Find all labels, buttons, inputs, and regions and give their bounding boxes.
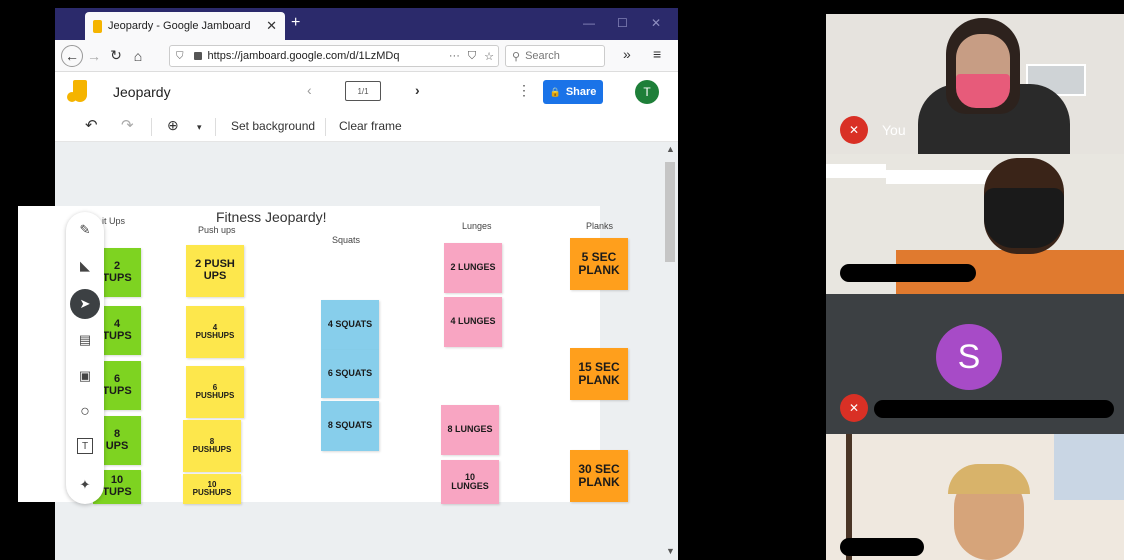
navigation-bar: ← → ↻ ⌂ ⛉ https://jamboard.google.com/d/… <box>55 40 678 72</box>
menu-icon[interactable]: ≡ <box>653 46 661 62</box>
tab-jeopardy[interactable]: Jeopardy - Google Jamboard ✕ <box>85 12 285 40</box>
prev-frame-button[interactable]: ‹ <box>307 82 312 98</box>
jamboard-header: Jeopardy ‹ 1/1 › ⋮ 🔒 Share T <box>55 72 678 112</box>
close-window-button[interactable]: ✕ <box>651 16 661 30</box>
circle-icon[interactable]: ○ <box>75 402 95 422</box>
face-mask <box>956 74 1010 108</box>
laser-icon[interactable]: ✦ <box>75 475 95 495</box>
sticky-note[interactable]: 4 SQUATS <box>321 300 379 350</box>
image-icon[interactable]: ▣ <box>75 366 95 386</box>
search-icon: ⚲ <box>512 50 521 63</box>
new-tab-button[interactable]: + <box>291 14 300 32</box>
participant-name-you: You <box>882 122 906 138</box>
frame-indicator[interactable]: 1/1 <box>345 81 381 101</box>
column-header-pushups[interactable]: Push ups <box>198 225 236 235</box>
tab-title: Jeopardy - Google Jamboard <box>108 20 251 32</box>
forward-button[interactable]: → <box>83 45 105 67</box>
back-button[interactable]: ← <box>61 44 83 67</box>
shield-icon: ⛉ <box>176 50 184 62</box>
video-tile-participant-4[interactable] <box>826 434 1124 560</box>
muted-mic-icon: ✕ <box>840 116 868 144</box>
zoom-icon[interactable]: ⊕ <box>167 117 179 134</box>
sticky-note[interactable]: 8 SQUATS <box>321 401 379 451</box>
search-placeholder: Search <box>525 50 560 62</box>
wall-art <box>1054 434 1124 500</box>
tab-close-icon[interactable]: ✕ <box>266 18 277 34</box>
ceiling-light <box>826 164 886 178</box>
divider <box>215 118 216 136</box>
next-frame-button[interactable]: › <box>415 82 420 98</box>
divider <box>151 118 152 136</box>
tool-palette: ✎ ◣ ➤ ▤ ▣ ○ T ✦ <box>66 212 104 504</box>
sticky-note[interactable]: 8 PUSHUPS <box>183 420 241 472</box>
sticky-note[interactable]: 15 SEC PLANK <box>570 348 628 400</box>
video-tile-you[interactable]: ✕ You <box>826 14 1124 154</box>
zoom-dropdown-icon[interactable]: ▾ <box>197 122 202 133</box>
url-text: https://jamboard.google.com/d/1LzMDq <box>207 50 400 62</box>
hair <box>948 464 1030 494</box>
redaction-bar <box>874 400 1114 418</box>
sticky-note[interactable]: 30 SEC PLANK <box>570 450 628 502</box>
home-button[interactable]: ⌂ <box>127 45 149 67</box>
redaction-bar <box>840 264 976 282</box>
textbox-icon[interactable]: T <box>77 438 93 454</box>
sticky-note[interactable]: 5 SEC PLANK <box>570 238 628 290</box>
maximize-button[interactable]: ☐ <box>617 16 628 30</box>
screen: Jeopardy - Google Jamboard ✕ + — ☐ ✕ ← →… <box>0 0 1124 560</box>
sticky-note-icon[interactable]: ▤ <box>75 330 95 350</box>
clear-frame-button[interactable]: Clear frame <box>339 119 402 133</box>
avatar[interactable]: T <box>635 80 659 104</box>
board-title[interactable]: Fitness Jeopardy! <box>216 209 327 225</box>
tab-bar: Jeopardy - Google Jamboard ✕ + — ☐ ✕ <box>55 8 678 40</box>
sticky-note[interactable]: 4 LUNGES <box>444 297 502 347</box>
scroll-down-icon[interactable]: ▼ <box>666 546 675 556</box>
jam-toolbar: ↶ ↷ ⊕ ▾ Set background Clear frame <box>55 112 678 142</box>
pen-icon[interactable]: ✎ <box>75 220 95 240</box>
sticky-note[interactable]: 4 PUSHUPS <box>186 306 244 358</box>
jam-title[interactable]: Jeopardy <box>113 84 171 100</box>
search-input[interactable]: ⚲ Search <box>505 45 605 67</box>
reload-button[interactable]: ↻ <box>105 45 127 67</box>
sticky-note[interactable]: 2 PUSH UPS <box>186 245 244 297</box>
pocket-icon[interactable]: ⛉ <box>468 50 476 63</box>
share-label: Share <box>565 86 597 98</box>
avatar: S <box>936 324 1002 390</box>
overflow-button[interactable]: » <box>623 46 631 62</box>
divider <box>325 118 326 136</box>
undo-icon[interactable]: ↶ <box>85 116 98 134</box>
sticky-note[interactable]: 10 PUSHUPS <box>183 474 241 504</box>
page-actions-icon[interactable]: ··· <box>449 50 460 62</box>
muted-mic-icon: ✕ <box>840 394 868 422</box>
column-header-lunges[interactable]: Lunges <box>462 221 492 231</box>
minimize-button[interactable]: — <box>583 16 595 30</box>
redaction-bar <box>840 538 924 556</box>
column-header-planks[interactable]: Planks <box>586 221 613 231</box>
scrollbar-thumb[interactable] <box>665 162 675 262</box>
sticky-note[interactable]: 8 LUNGES <box>441 405 499 455</box>
set-background-button[interactable]: Set background <box>231 119 315 133</box>
redo-icon[interactable]: ↷ <box>121 116 134 134</box>
jamboard-logo-icon <box>67 80 87 102</box>
lock-icon <box>193 52 202 60</box>
lock-icon: 🔒 <box>549 86 561 97</box>
eraser-icon[interactable]: ◣ <box>75 256 95 276</box>
bookmark-star-icon[interactable]: ☆ <box>484 50 494 63</box>
face-mask <box>984 188 1064 248</box>
sticky-note[interactable]: 6 SQUATS <box>321 350 379 398</box>
more-options-icon[interactable]: ⋮ <box>517 82 531 99</box>
sticky-note[interactable]: 10 LUNGES <box>441 460 499 504</box>
column-header-squats[interactable]: Squats <box>332 235 360 245</box>
video-tile-participant-2[interactable] <box>826 154 1124 294</box>
scrollbar[interactable]: ▲ ▼ <box>662 142 678 560</box>
sticky-note[interactable]: 2 LUNGES <box>444 243 502 293</box>
address-bar[interactable]: ⛉ https://jamboard.google.com/d/1LzMDq ·… <box>169 45 499 67</box>
scroll-up-icon[interactable]: ▲ <box>666 144 675 154</box>
column-header-situps[interactable]: it Ups <box>102 216 125 226</box>
share-button[interactable]: 🔒 Share <box>543 80 603 104</box>
jamboard-favicon-icon <box>93 19 102 33</box>
select-icon[interactable]: ➤ <box>70 289 100 319</box>
video-tile-participant-s[interactable]: S ✕ <box>826 294 1124 434</box>
sticky-note[interactable]: 6 PUSHUPS <box>186 366 244 418</box>
